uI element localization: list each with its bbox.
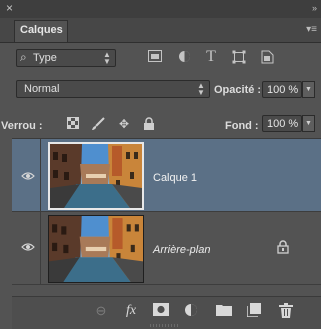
new-group-icon[interactable] (215, 303, 233, 319)
panel-title-bar (0, 0, 321, 18)
link-layers-icon[interactable]: ⊖ (92, 303, 110, 319)
lock-transparent-icon[interactable] (66, 117, 80, 131)
layer-thumbnail (48, 215, 144, 283)
select-arrows-icon: ▲ ▼ (197, 81, 205, 97)
layer-name[interactable]: Calque 1 (153, 172, 197, 184)
mask-icon[interactable] (152, 303, 170, 319)
layer-thumbnail (48, 142, 144, 210)
smart-object-filter-icon[interactable] (260, 50, 274, 64)
adjustment-layer-icon[interactable] (182, 303, 200, 319)
fill-value: 100 % (267, 118, 299, 130)
close-icon[interactable]: × (6, 2, 13, 14)
opacity-value: 100 % (267, 84, 299, 96)
blend-mode-value: Normal (24, 83, 60, 95)
collapse-icon[interactable]: » (312, 3, 317, 13)
visibility-eye-icon[interactable] (21, 171, 35, 181)
resize-grip[interactable] (150, 324, 178, 327)
filter-kind-select[interactable] (16, 49, 116, 67)
layer-lock-icon (277, 240, 289, 254)
filter-kind-value: Type (33, 52, 57, 64)
lock-label: Verrou : (1, 120, 43, 132)
select-arrows-icon: ▲ ▼ (103, 50, 111, 66)
opacity-label: Opacité : (214, 84, 262, 96)
image-filter-icon[interactable] (148, 50, 162, 64)
trash-icon[interactable] (277, 303, 295, 319)
lock-image-icon[interactable] (91, 117, 105, 131)
shape-filter-icon[interactable] (232, 50, 246, 64)
search-icon: ⌕ (20, 50, 27, 64)
fill-slider-toggle[interactable]: ▼ (302, 115, 315, 132)
visibility-eye-icon[interactable] (21, 242, 35, 252)
divider (40, 139, 41, 212)
lock-all-icon[interactable] (142, 117, 156, 131)
panel-menu-icon[interactable]: ▾≡ (306, 24, 317, 35)
fx-icon[interactable]: fx (122, 303, 140, 319)
layer-name[interactable]: Arrière-plan (153, 244, 210, 256)
tab-layers-label: Calques (20, 24, 63, 36)
new-layer-icon[interactable] (245, 303, 263, 319)
fill-label: Fond : (225, 120, 259, 132)
text-filter-icon[interactable]: T (204, 49, 218, 65)
adjustment-filter-icon[interactable] (177, 50, 191, 64)
opacity-slider-toggle[interactable]: ▼ (302, 81, 315, 98)
divider (40, 212, 41, 285)
lock-position-icon[interactable]: ✥ (117, 117, 131, 131)
